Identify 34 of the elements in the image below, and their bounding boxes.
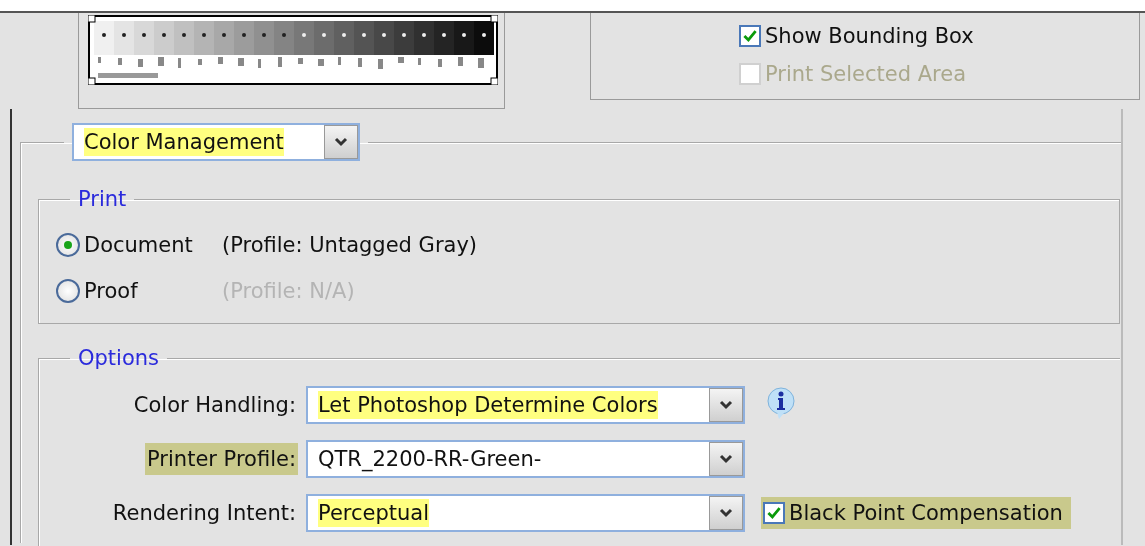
checkbox-label: Black Point Compensation [789,501,1063,525]
radio-label: Proof [84,279,139,303]
field-label: Color Handling: [132,392,297,419]
dropdown[interactable]: Let Photoshop Determine Colors [306,386,745,424]
radio-button[interactable] [56,233,80,257]
dropdown-button[interactable] [709,496,743,530]
profile-text: (Profile: Untagged Gray) [222,233,477,257]
radio-label: Document [84,233,194,257]
dropdown[interactable]: Perceptual [306,494,745,532]
dropdown-button[interactable] [709,442,743,476]
dropdown[interactable]: QTR_2200-RR-Green- [306,440,745,478]
dropdown-value: QTR_2200-RR-Green- [318,446,542,473]
chevron-down-icon [719,508,733,518]
checkbox[interactable] [739,25,761,47]
dropdown-value: Let Photoshop Determine Colors [318,391,658,419]
dropdown[interactable]: Color Management [72,123,360,161]
checkmark-icon [742,28,758,44]
group-title: Options [77,346,161,370]
checkbox[interactable] [763,502,785,524]
chevron-down-icon [334,137,348,147]
group-title: Print [77,187,128,211]
checkbox-label: Show Bounding Box [765,24,974,48]
info-icon[interactable] [765,385,797,420]
chevron-down-icon [719,454,733,464]
field-label: Printer Profile: [145,443,298,475]
dropdown-button[interactable] [709,388,743,422]
chevron-down-icon [719,400,733,410]
radio-button[interactable] [56,279,80,303]
checkmark-icon [766,505,782,521]
dropdown-button[interactable] [324,125,358,159]
field-label: Rendering Intent: [111,500,297,527]
dropdown-value: Color Management [84,128,284,156]
checkbox-label: Print Selected Area [765,62,967,86]
dropdown-value: Perceptual [318,499,430,527]
